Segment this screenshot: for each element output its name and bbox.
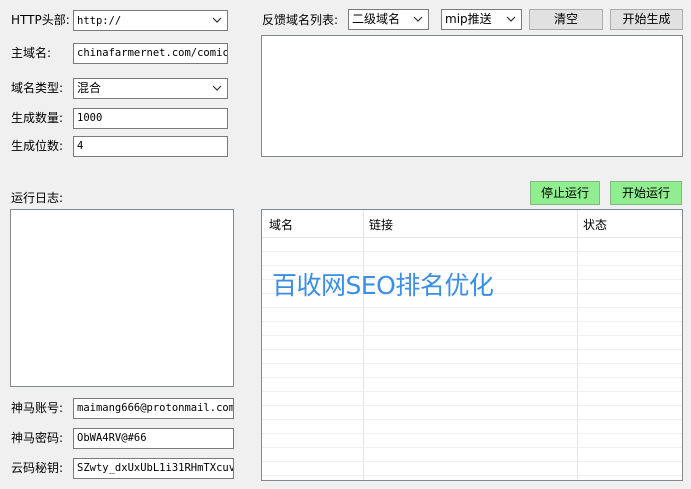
row-divider (262, 433, 682, 434)
cloud-key-label: 云码秘钥: (11, 461, 64, 475)
push-type-select[interactable]: mip推送 (441, 9, 522, 30)
row-divider (262, 321, 682, 322)
chevron-down-icon (212, 85, 222, 91)
chevron-down-icon (212, 17, 222, 23)
column-header-domain[interactable]: 域名 (269, 216, 293, 233)
chevron-down-icon (413, 16, 423, 22)
row-divider (262, 251, 682, 252)
start-run-button[interactable]: 开始运行 (610, 181, 682, 205)
row-divider (262, 307, 682, 308)
start-generate-button[interactable]: 开始生成 (610, 9, 683, 30)
domain-level-value: 二级域名 (352, 12, 401, 26)
shenma-account-label: 神马账号: (11, 401, 64, 415)
watermark-text: 百收网SEO排名优化 (272, 271, 494, 300)
row-divider (262, 475, 682, 476)
gen-digits-label: 生成位数: (11, 139, 64, 153)
main-domain-input[interactable]: chinafarmernet.com/comicc (73, 43, 228, 64)
domain-type-label: 域名类型: (11, 81, 64, 95)
results-table[interactable]: 域名 链接 状态 (261, 209, 683, 481)
domain-type-select[interactable]: 混合 (73, 78, 228, 99)
gen-digits-input[interactable]: 4 (73, 136, 228, 157)
feedback-list-label: 反馈域名列表: (262, 13, 339, 27)
row-divider (262, 419, 682, 420)
table-header (262, 210, 682, 238)
row-divider (262, 377, 682, 378)
push-type-value: mip推送 (445, 12, 492, 26)
domain-type-value: 混合 (77, 81, 102, 95)
domain-level-select[interactable]: 二级域名 (348, 9, 429, 30)
row-divider (262, 391, 682, 392)
shenma-account-input[interactable]: maimang666@protonmail.com (73, 398, 234, 419)
row-divider (262, 335, 682, 336)
clear-button[interactable]: 清空 (529, 9, 603, 30)
shenma-password-label: 神马密码: (11, 431, 64, 445)
row-divider (262, 349, 682, 350)
gen-count-label: 生成数量: (11, 111, 64, 125)
http-header-select[interactable]: http:// (73, 10, 228, 31)
http-header-label: HTTP头部: (11, 13, 70, 27)
main-domain-label: 主域名: (11, 46, 52, 60)
shenma-password-input[interactable]: ObWA4RV@#66 (73, 428, 234, 449)
run-log-textarea[interactable] (10, 209, 234, 387)
row-divider (262, 447, 682, 448)
run-log-label: 运行日志: (11, 191, 64, 205)
row-divider (262, 461, 682, 462)
cloud-key-input[interactable]: SZwty_dxUxUbL1i31RHmTXcuvA (73, 458, 234, 479)
gen-count-input[interactable]: 1000 (73, 108, 228, 129)
http-header-value: http:// (77, 15, 122, 27)
column-header-link[interactable]: 链接 (369, 216, 393, 233)
row-divider (262, 405, 682, 406)
chevron-down-icon (506, 16, 516, 22)
stop-run-button[interactable]: 停止运行 (530, 181, 600, 205)
row-divider (262, 363, 682, 364)
feedback-domain-textarea[interactable] (261, 35, 683, 157)
column-header-status[interactable]: 状态 (583, 216, 607, 233)
